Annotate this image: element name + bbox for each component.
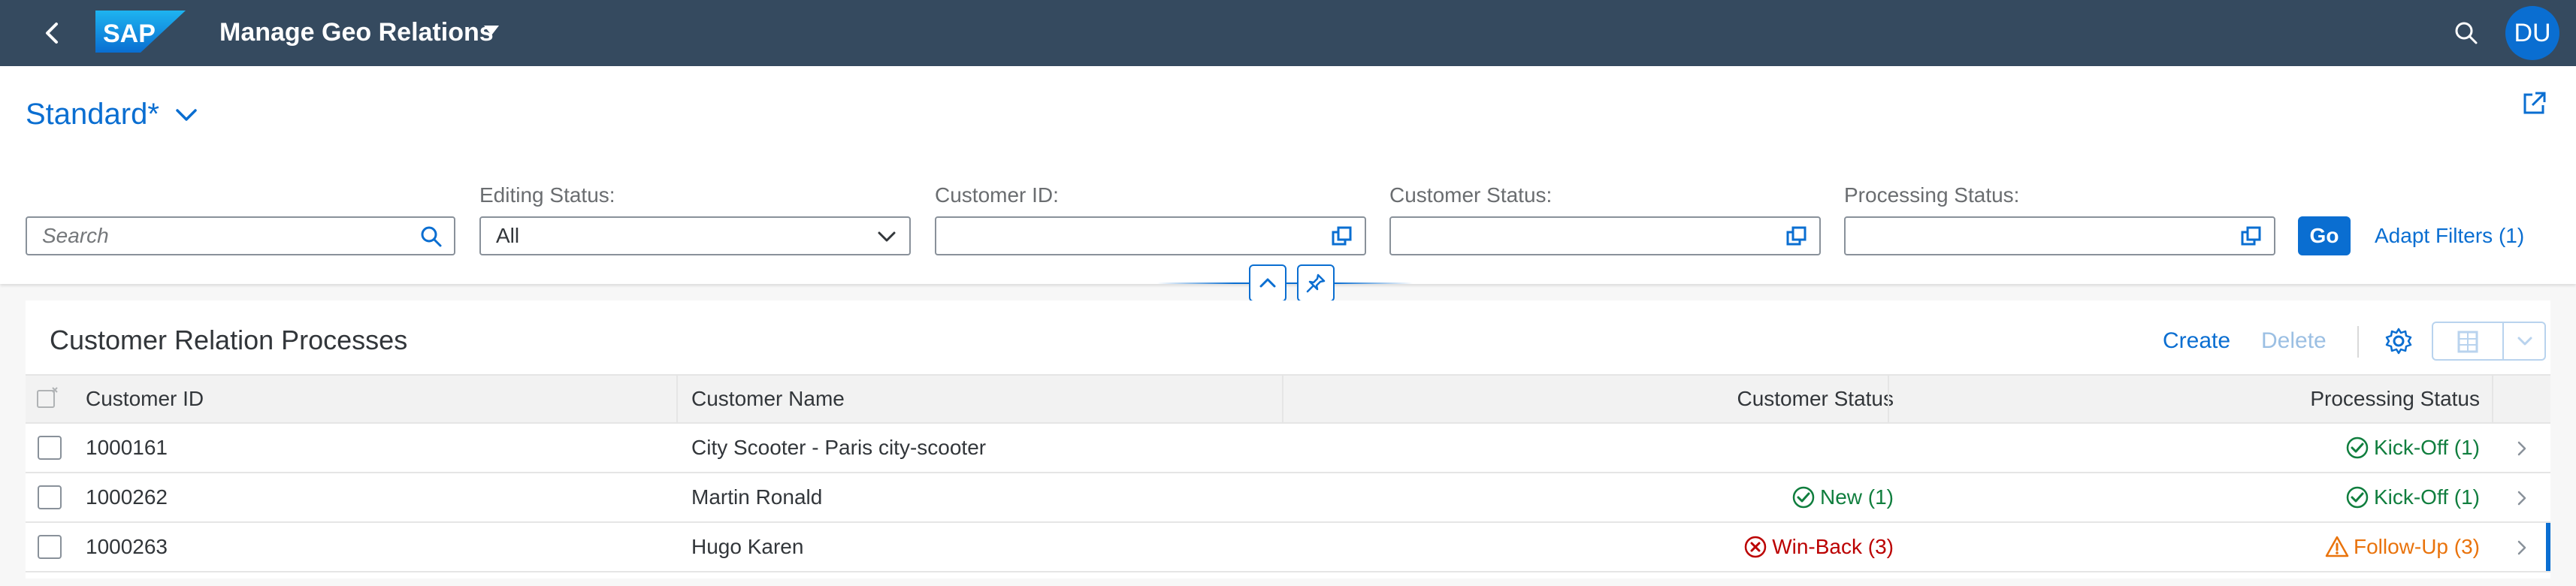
customer-name-cell: City Scooter - Paris city-scooter (691, 436, 987, 459)
export-spreadsheet-icon[interactable] (2454, 329, 2481, 355)
svg-text:SAP: SAP (103, 20, 156, 48)
column-header-customer-name[interactable]: Customer Name (691, 376, 845, 422)
column-separator (2492, 376, 2493, 422)
customer-id-field[interactable] (935, 216, 1366, 255)
shell-bar: SAP Manage Geo Relations DU (0, 0, 2576, 66)
customer-name-cell: Hugo Karen (691, 535, 804, 558)
delete-button[interactable]: Delete (2261, 325, 2327, 358)
value-help-icon[interactable] (1785, 225, 1809, 249)
customer-id-cell: 1000263 (86, 535, 168, 558)
customer-id-cell: 1000262 (86, 485, 168, 509)
column-header-customer-status[interactable]: Customer Status (1737, 376, 1894, 422)
split-divider (2502, 323, 2504, 359)
table-row[interactable]: 1000263 Hugo Karen Win-Back (3) Follow-U… (26, 523, 2550, 572)
editing-status-value: All (496, 224, 520, 247)
customer-id-label: Customer ID: (935, 183, 1059, 207)
success-icon (2346, 436, 2369, 459)
customer-name-cell: Martin Ronald (691, 485, 823, 509)
processing-status-text: Kick-Off (1) (2373, 485, 2480, 509)
search-icon[interactable] (2453, 20, 2480, 47)
chevron-down-icon[interactable] (173, 104, 200, 126)
chevron-down-icon[interactable] (2516, 335, 2534, 347)
warning-icon (2325, 536, 2349, 557)
share-icon[interactable] (2519, 89, 2549, 119)
row-checkbox[interactable] (38, 535, 62, 559)
chevron-right-icon[interactable] (2513, 488, 2531, 508)
user-avatar[interactable]: DU (2505, 6, 2559, 60)
chevron-right-icon[interactable] (2513, 538, 2531, 557)
column-separator (1888, 376, 1889, 422)
processing-status-field[interactable] (1844, 216, 2275, 255)
customer-status-text: Win-Back (3) (1772, 535, 1894, 558)
row-navigated-indicator (2546, 523, 2550, 571)
customer-status-text: New (1) (1819, 485, 1894, 509)
search-placeholder: Search (42, 224, 109, 247)
chevron-right-icon[interactable] (2513, 439, 2531, 458)
customer-id-cell: 1000161 (86, 436, 168, 459)
column-separator (1282, 376, 1283, 422)
customer-status-field[interactable] (1389, 216, 1821, 255)
editing-status-label: Editing Status: (479, 183, 615, 207)
collapse-header-button[interactable] (1249, 264, 1286, 302)
processing-status-cell: Follow-Up (3) (2325, 523, 2480, 571)
search-input[interactable]: Search (26, 216, 455, 255)
filter-header: Standard* Search Editing Status: All Cus… (0, 66, 2576, 302)
column-header-processing-status[interactable]: Processing Status (2310, 376, 2480, 422)
row-checkbox[interactable] (38, 436, 62, 460)
gear-icon[interactable] (2384, 326, 2414, 356)
table-row[interactable]: 1000262 Martin Ronald New (1) Kick-Off (… (26, 473, 2550, 523)
caret-down-icon[interactable] (484, 26, 499, 36)
success-icon (2346, 486, 2369, 509)
customer-status-cell: Win-Back (3) (1743, 523, 1894, 571)
select-all-checkbox-icon[interactable] (36, 386, 59, 409)
customer-status-cell: New (1) (1791, 473, 1894, 521)
table-header: Customer ID Customer Name Customer Statu… (26, 374, 2550, 424)
value-help-icon[interactable] (2239, 225, 2263, 249)
search-icon[interactable] (419, 225, 443, 249)
app-title[interactable]: Manage Geo Relations (219, 15, 494, 50)
table-row[interactable]: 1000161 City Scooter - Paris city-scoote… (26, 424, 2550, 473)
table-card: Customer Relation Processes Create Delet… (26, 301, 2550, 578)
sap-logo[interactable]: SAP (95, 11, 186, 53)
chevron-up-icon (1259, 278, 1276, 288)
column-separator (676, 376, 678, 422)
pin-icon (1306, 273, 1326, 293)
error-icon (1744, 536, 1767, 558)
customer-status-label: Customer Status: (1389, 183, 1553, 207)
variant-selector[interactable]: Standard* (26, 92, 159, 137)
value-help-icon[interactable] (1330, 225, 1354, 249)
row-checkbox[interactable] (38, 485, 62, 509)
table-title: Customer Relation Processes (50, 325, 408, 355)
adapt-filters-button[interactable]: Adapt Filters (1) (2375, 216, 2524, 255)
pin-header-button[interactable] (1297, 264, 1335, 302)
processing-status-label: Processing Status: (1844, 183, 2020, 207)
chevron-down-icon[interactable] (875, 225, 899, 249)
back-icon[interactable] (38, 18, 68, 48)
toolbar-separator (2357, 326, 2359, 358)
success-icon (1792, 486, 1815, 509)
editing-status-select[interactable]: All (479, 216, 911, 255)
processing-status-cell: Kick-Off (1) (2345, 424, 2480, 472)
export-split-button[interactable] (2432, 322, 2546, 361)
processing-status-cell: Kick-Off (1) (2345, 473, 2480, 521)
go-button[interactable]: Go (2298, 216, 2351, 255)
create-button[interactable]: Create (2163, 325, 2230, 358)
processing-status-text: Follow-Up (3) (2353, 535, 2480, 558)
processing-status-text: Kick-Off (1) (2373, 436, 2480, 459)
column-header-customer-id[interactable]: Customer ID (86, 376, 204, 422)
